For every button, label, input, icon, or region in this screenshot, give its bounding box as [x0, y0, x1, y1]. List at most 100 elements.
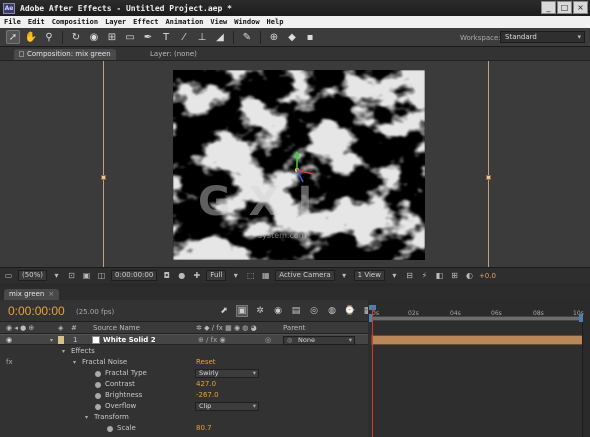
motion-blur-icon[interactable]: ◎ — [308, 305, 320, 317]
expand-triangle-icon[interactable]: ▾ — [50, 335, 53, 346]
guide-left-handle[interactable] — [101, 175, 106, 180]
hand-tool-icon[interactable]: ✋ — [24, 30, 38, 44]
parent-dropdown[interactable]: None — [283, 336, 355, 345]
current-time-display[interactable]: 0:00:00:00 — [111, 270, 158, 281]
layer-name[interactable]: White Solid 2 — [103, 335, 156, 346]
orbit-camera-tool-icon[interactable]: ◉ — [87, 30, 101, 44]
overflow-dropdown[interactable]: Clip — [195, 402, 259, 411]
brainstorm-icon[interactable]: ◍ — [326, 305, 338, 317]
region-of-interest-icon[interactable]: ⬚ — [245, 270, 256, 281]
dropdown-arrow-icon[interactable]: ▾ — [230, 270, 241, 281]
maximize-button[interactable]: □ — [557, 1, 572, 14]
tab-composition[interactable]: Composition: mix green — [14, 49, 116, 60]
label-column-icon[interactable]: ◈ — [58, 324, 63, 332]
layer-switches[interactable]: ⊕ ∕ fx ◉ — [198, 335, 226, 346]
menu-composition[interactable]: Composition — [52, 18, 98, 26]
visibility-eye-icon[interactable]: ◉ — [6, 335, 12, 346]
zoom-tool-icon[interactable]: ⚲ — [42, 30, 56, 44]
exposure-value[interactable]: +0.0 — [479, 272, 496, 280]
close-tab-icon[interactable]: × — [48, 290, 54, 298]
column-parent[interactable]: Parent — [283, 324, 305, 332]
3d-layer-icon[interactable]: ◎ — [265, 335, 271, 346]
hide-shy-layers-icon[interactable]: ◉ — [272, 305, 284, 317]
grid-icon[interactable]: ▣ — [81, 270, 92, 281]
world-axis-icon[interactable]: ◆ — [285, 30, 299, 44]
menu-help[interactable]: Help — [267, 18, 284, 26]
flowchart-icon[interactable]: ⊞ — [449, 270, 460, 281]
stopwatch-icon[interactable] — [95, 404, 101, 410]
layer-switches-icons[interactable]: ✲ ◆ ∕ fx ▦ ◉ ◍ ◕ — [196, 324, 257, 332]
stopwatch-icon[interactable] — [95, 393, 101, 399]
tab-layer[interactable]: Layer: (none) — [145, 49, 202, 60]
current-time-indicator[interactable] — [372, 308, 373, 437]
safe-margins-icon[interactable]: ⊡ — [66, 270, 77, 281]
guide-right[interactable] — [488, 61, 489, 267]
scale-value[interactable]: 80.7 — [196, 423, 212, 434]
stopwatch-icon[interactable] — [95, 382, 101, 388]
guide-right-handle[interactable] — [486, 175, 491, 180]
layer-duration-bar[interactable] — [371, 335, 585, 345]
expand-triangle-icon[interactable]: ▾ — [73, 357, 76, 368]
tab-timeline-mix-green[interactable]: mix green × — [4, 289, 60, 300]
pen-tool-icon[interactable]: ✒ — [141, 30, 155, 44]
axis-mode-icon[interactable]: ⊕ — [267, 30, 281, 44]
channel-icon[interactable]: ● — [176, 270, 187, 281]
close-button[interactable]: × — [573, 1, 588, 14]
timeline-scrollbar[interactable] — [582, 322, 590, 437]
color-channels-icon[interactable]: ✚ — [191, 270, 202, 281]
column-source-name[interactable]: Source Name — [93, 324, 140, 332]
rectangle-mask-tool-icon[interactable]: ▭ — [123, 30, 137, 44]
draft-3d-icon[interactable]: ▣ — [236, 305, 248, 317]
snapshot-camera-icon[interactable]: ◫ — [96, 270, 107, 281]
expand-triangle-icon[interactable]: ▾ — [62, 346, 65, 357]
scale-row[interactable]: Scale 80.7 — [0, 423, 368, 434]
brush-tool-icon[interactable]: ⁄ — [177, 30, 191, 44]
fx-enable-icon[interactable]: fx — [6, 357, 13, 368]
contrast-row[interactable]: Contrast 427.0 — [0, 379, 368, 390]
fractal-type-dropdown[interactable]: Swirly — [195, 369, 259, 378]
type-tool-icon[interactable]: T — [159, 30, 173, 44]
camera-view-dropdown[interactable]: Active Camera — [275, 270, 335, 281]
timeline-current-time[interactable]: 0:00:00:00 — [8, 304, 65, 318]
eraser-tool-icon[interactable]: ◢ — [213, 30, 227, 44]
auto-keyframe-icon[interactable]: ⌚ — [344, 305, 356, 317]
stopwatch-icon[interactable] — [107, 426, 113, 432]
fractal-noise-row[interactable]: fx ▾ Fractal Noise Reset — [0, 357, 368, 368]
av-features-icon[interactable]: ◉ ◂ ● ⊕ — [6, 324, 34, 332]
puppet-pin-tool-icon[interactable]: ✎ — [240, 30, 254, 44]
menu-effect[interactable]: Effect — [133, 18, 158, 26]
lock-icon[interactable] — [19, 51, 24, 57]
stopwatch-icon[interactable] — [95, 371, 101, 377]
composition-viewer[interactable]: G X I system.com — [0, 61, 590, 267]
view-layout-dropdown[interactable]: 1 View — [353, 270, 385, 281]
brightness-row[interactable]: Brightness -267.0 — [0, 390, 368, 401]
dropdown-arrow-icon[interactable]: ▾ — [51, 270, 62, 281]
reset-link[interactable]: Reset — [196, 357, 216, 368]
frame-blending-icon[interactable]: ▤ — [290, 305, 302, 317]
dropdown-arrow-icon[interactable]: ▾ — [389, 270, 400, 281]
timeline-track-area[interactable] — [368, 322, 590, 437]
brightness-value[interactable]: -267.0 — [196, 390, 219, 401]
fast-previews-icon[interactable]: ⚡ — [419, 270, 430, 281]
work-area-bar[interactable] — [369, 314, 583, 323]
menu-layer[interactable]: Layer — [105, 18, 126, 26]
layer-row[interactable]: ◉ ▾ 1 White Solid 2 ⊕ ∕ fx ◉ ◎ None — [0, 334, 368, 345]
menu-animation[interactable]: Animation — [165, 18, 203, 26]
transparency-grid-icon[interactable]: ▦ — [260, 270, 271, 281]
fractal-type-row[interactable]: Fractal Type Swirly — [0, 368, 368, 379]
workspace-dropdown[interactable]: Standard — [500, 31, 585, 43]
view-axis-icon[interactable]: ▪ — [303, 30, 317, 44]
layer-label-color[interactable] — [58, 336, 64, 344]
transform-group-row[interactable]: ▾ Transform — [0, 412, 368, 423]
live-update-icon[interactable]: ⬈ — [218, 305, 230, 317]
toggle-pixel-aspect-icon[interactable]: ⊟ — [404, 270, 415, 281]
dropdown-arrow-icon[interactable]: ▾ — [339, 270, 350, 281]
rotation-tool-icon[interactable]: ↻ — [69, 30, 83, 44]
pan-behind-tool-icon[interactable]: ⊞ — [105, 30, 119, 44]
selection-tool-icon[interactable]: ➚ — [6, 30, 20, 44]
effects-group-row[interactable]: ▾ Effects — [0, 346, 368, 357]
guide-left[interactable] — [103, 61, 104, 267]
expand-triangle-icon[interactable]: ▾ — [85, 412, 88, 423]
camera-icon[interactable]: ◘ — [161, 270, 172, 281]
minimize-button[interactable]: _ — [541, 1, 556, 14]
